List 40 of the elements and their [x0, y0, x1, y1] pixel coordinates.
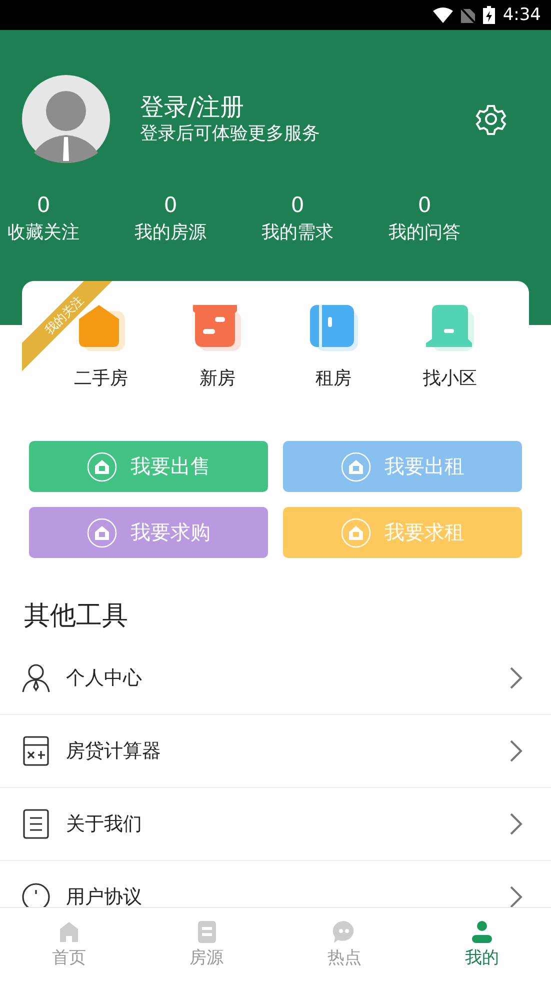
stat-count[interactable]: 0	[164, 192, 178, 218]
chevron-right-icon	[509, 739, 523, 763]
category-label[interactable]: 新房	[199, 367, 236, 391]
person-icon	[22, 663, 50, 693]
stat-count[interactable]: 0	[290, 192, 304, 218]
battery-icon	[482, 6, 495, 24]
person-icon	[470, 920, 494, 944]
chevron-right-icon	[509, 885, 523, 907]
calculator-icon	[22, 736, 50, 766]
document-icon	[22, 809, 50, 839]
tab[interactable]: 首页	[0, 908, 138, 981]
stat-label[interactable]: 我的房源	[134, 218, 206, 248]
tab[interactable]: 房源	[138, 908, 276, 981]
menu-item[interactable]: 关于我们	[0, 788, 551, 861]
no-sim-icon	[460, 7, 475, 23]
stat-count[interactable]: 0	[418, 192, 432, 218]
stat-label[interactable]: 收藏关注	[8, 218, 80, 248]
section-title: 其他工具	[24, 600, 129, 633]
login-hint: 登录后可体验更多服务	[140, 122, 321, 146]
chevron-right-icon	[509, 812, 523, 836]
house-badge-icon	[340, 452, 370, 482]
house-badge-icon	[86, 452, 116, 482]
status-time: 4:34	[502, 5, 541, 25]
menu-item[interactable]: 房贷计算器	[0, 715, 551, 788]
chevron-right-icon	[509, 666, 523, 690]
stat-label[interactable]: 我的需求	[262, 218, 334, 248]
chat-bubble-icon	[332, 920, 356, 944]
menu-item[interactable]: 个人中心	[0, 642, 551, 715]
wifi-icon	[432, 7, 453, 23]
settings-icon[interactable]	[475, 103, 507, 135]
house-badge-icon	[340, 518, 370, 548]
tab[interactable]: 热点	[276, 908, 414, 981]
category-label[interactable]: 找小区	[422, 367, 477, 391]
stat-label[interactable]: 我的问答	[388, 218, 460, 248]
stat-count[interactable]: 0	[36, 192, 50, 218]
house-badge-icon	[86, 518, 116, 548]
category-label[interactable]: 租房	[316, 367, 352, 391]
avatar[interactable]	[22, 75, 110, 163]
login-link[interactable]: 登录/注册	[140, 92, 475, 122]
tab[interactable]: 我的	[413, 908, 551, 981]
